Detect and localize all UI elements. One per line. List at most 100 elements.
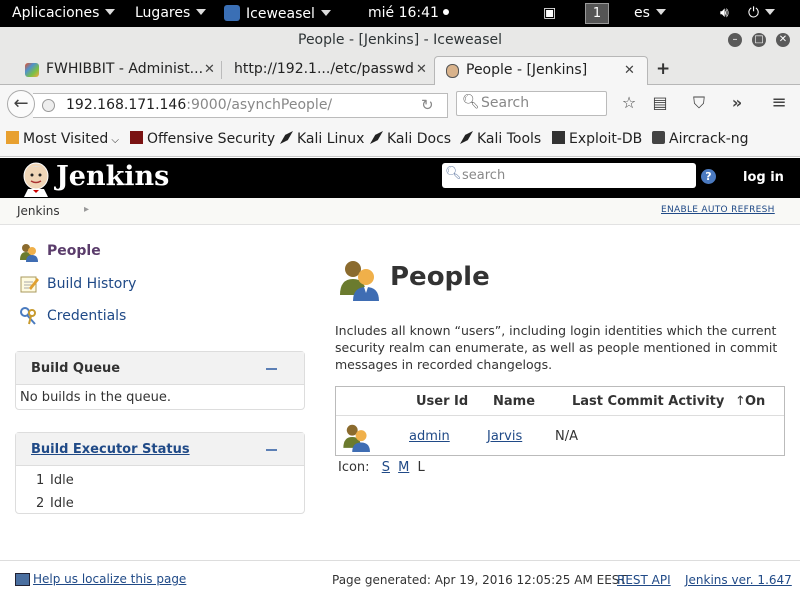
column-user-id[interactable]: User Id: [416, 394, 468, 409]
volume-icon[interactable]: 🔊︎: [720, 5, 729, 21]
localize-icon: [15, 573, 30, 586]
pocket-icon[interactable]: ⛉: [688, 92, 710, 114]
tab-close-icon[interactable]: ✕: [416, 56, 427, 83]
tab-label: People - [Jenkins]: [466, 62, 588, 78]
search-engine-icon[interactable]: 🔍︎: [462, 94, 480, 110]
tab-fwhibbit[interactable]: FWHIBBIT - Administ... ✕: [18, 56, 218, 85]
search-placeholder: search: [462, 168, 506, 183]
executor-row: 2 Idle: [16, 493, 304, 516]
people-table: User Id Name Last Commit Activity ↑ On a…: [335, 386, 785, 456]
search-icon: 🔍︎: [445, 166, 462, 181]
localize-link[interactable]: Help us localize this page: [33, 572, 186, 586]
build-executor-pane: Build Executor Status 1 Idle 2 Idle: [15, 432, 305, 514]
reading-list-icon[interactable]: ▤: [649, 92, 671, 114]
iceweasel-icon: [224, 5, 240, 21]
nav-toolbar: 192.168.171.146:9000/asynchPeople/ ↻ ←: [0, 85, 800, 123]
collapse-icon[interactable]: [266, 449, 277, 451]
executor-row: 1 Idle: [16, 470, 304, 493]
enable-auto-refresh-link[interactable]: ENABLE AUTO REFRESH: [661, 205, 775, 215]
jenkins-search-input[interactable]: 🔍︎ search: [442, 163, 696, 188]
rest-api-link[interactable]: REST API: [617, 573, 671, 587]
overflow-icon[interactable]: »: [726, 92, 748, 114]
column-name[interactable]: Name: [493, 394, 535, 409]
tab-passwd[interactable]: http://192.1.../etc/passwd ✕: [224, 56, 434, 85]
bookmark-most-visited[interactable]: Most Visited ⌵: [6, 131, 119, 147]
tab-close-icon[interactable]: ✕: [624, 57, 635, 84]
help-icon[interactable]: ?: [701, 169, 716, 184]
icon-size-medium[interactable]: M: [398, 460, 409, 475]
places-menu[interactable]: Lugares: [135, 5, 207, 21]
applications-menu[interactable]: Aplicaciones: [12, 5, 116, 21]
table-header: User Id Name Last Commit Activity ↑ On: [336, 387, 784, 416]
people-description: Includes all known “users”, including lo…: [335, 323, 778, 372]
bookmark-exploit-db[interactable]: Exploit-DB: [552, 131, 642, 147]
workspace-indicator[interactable]: 1: [585, 3, 609, 24]
clock-label: mié 16:41: [368, 5, 439, 21]
bookmark-label: Aircrack-ng: [669, 131, 749, 147]
column-last-commit[interactable]: Last Commit Activity ↑: [572, 394, 746, 409]
bookmark-offensive-security[interactable]: Offensive Security: [130, 131, 275, 147]
executor-number: 2: [36, 496, 45, 511]
user-name-link[interactable]: Jarvis: [487, 429, 522, 444]
login-link[interactable]: log in: [743, 170, 784, 185]
tab-close-icon[interactable]: ✕: [204, 56, 215, 83]
chevron-right-icon[interactable]: ▸: [84, 204, 89, 215]
folder-icon: [6, 131, 19, 144]
keyboard-layout[interactable]: es: [634, 5, 666, 21]
user-avatar-icon: [343, 424, 370, 452]
kali-dragon-icon: [460, 131, 473, 144]
icon-size-label: Icon:: [338, 460, 370, 475]
back-button[interactable]: ←: [7, 90, 35, 118]
bookmark-label: Kali Tools: [477, 131, 542, 147]
task-label: Credentials: [47, 308, 127, 324]
icon-size-selector: Icon: S M L: [338, 460, 425, 475]
bookmark-kali-linux[interactable]: Kali Linux: [280, 131, 364, 147]
url-bar[interactable]: 192.168.171.146:9000/asynchPeople/ ↻: [33, 93, 448, 118]
kali-dragon-icon: [280, 131, 293, 144]
app-menu[interactable]: Iceweasel: [224, 5, 331, 22]
icon-size-large: L: [417, 460, 425, 475]
windows-icon[interactable]: ▣: [543, 5, 556, 21]
gnome-top-bar: Aplicaciones Lugares Iceweasel mié 16:41…: [0, 0, 800, 27]
kali-dragon-icon: [370, 131, 383, 144]
breadcrumb: Jenkins ▸ ENABLE AUTO REFRESH: [0, 198, 800, 225]
power-icon[interactable]: ⏻: [748, 5, 776, 21]
hamburger-menu-icon[interactable]: ≡: [768, 92, 790, 114]
search-placeholder: Search: [481, 95, 530, 111]
url-path: :9000/asynchPeople/: [186, 97, 333, 113]
places-label: Lugares: [135, 5, 191, 21]
page-title: People: [390, 262, 490, 292]
column-on[interactable]: On: [745, 394, 765, 409]
page-generated: Page generated: Apr 19, 2016 12:05:25 AM…: [332, 573, 627, 587]
jenkins-version-link[interactable]: Jenkins ver. 1.647: [685, 573, 792, 587]
exploit-db-icon: [552, 131, 565, 144]
jenkins-butler-logo[interactable]: [18, 161, 54, 197]
bookmark-label: Offensive Security: [147, 131, 276, 147]
bookmark-label: Kali Docs: [387, 131, 452, 147]
jenkins-title[interactable]: Jenkins: [56, 161, 169, 192]
new-tab-icon[interactable]: +: [656, 59, 670, 79]
build-executor-title[interactable]: Build Executor Status: [31, 442, 190, 457]
bookmark-aircrack-ng[interactable]: Aircrack-ng: [652, 131, 749, 147]
collapse-icon[interactable]: [266, 368, 277, 370]
bookmark-kali-docs[interactable]: Kali Docs: [370, 131, 451, 147]
close-window-icon[interactable]: ✕: [776, 33, 790, 47]
user-id-link[interactable]: admin: [409, 429, 450, 444]
icon-size-small[interactable]: S: [382, 460, 390, 475]
bookmark-kali-tools[interactable]: Kali Tools: [460, 131, 541, 147]
column-label: Last Commit Activity: [572, 394, 725, 409]
build-queue-title: Build Queue: [31, 361, 121, 376]
breadcrumb-jenkins[interactable]: Jenkins: [17, 204, 60, 218]
app-name-label: Iceweasel: [246, 6, 315, 22]
minimize-icon[interactable]: –: [728, 33, 742, 47]
notepad-icon: [20, 276, 39, 293]
tab-people-jenkins[interactable]: People - [Jenkins] ✕: [434, 56, 648, 85]
maximize-icon[interactable]: □: [752, 33, 766, 47]
browser-search-input[interactable]: 🔍︎ Search: [456, 91, 607, 116]
site-info-icon[interactable]: [42, 99, 55, 112]
clock[interactable]: mié 16:41: [368, 5, 450, 21]
reload-icon[interactable]: ↻: [421, 94, 434, 117]
bookmark-star-icon[interactable]: ☆: [618, 92, 640, 114]
aircrack-icon: [652, 131, 665, 144]
keyboard-label: es: [634, 5, 650, 21]
